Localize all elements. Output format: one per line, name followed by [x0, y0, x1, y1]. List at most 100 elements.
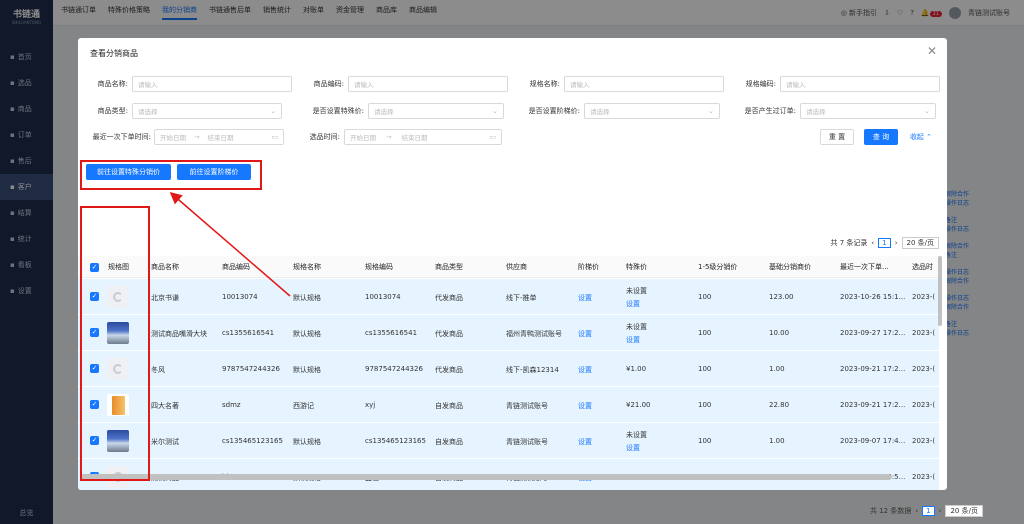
tier-price-link[interactable]: 设置: [578, 365, 592, 375]
table-row[interactable]: ✓ 测试商品嘴滑大块 cs1355616541 默认规格 cs1355616541 代发商…: [78, 315, 939, 351]
tier-price-link[interactable]: 设置: [578, 293, 592, 303]
reset-button[interactable]: 重 置: [820, 129, 854, 145]
has-purchase-label: 是否产生过订单:: [744, 107, 796, 115]
cell-name: 冬风: [151, 366, 165, 374]
special-price-set-select[interactable]: 请选择 ⌄: [368, 103, 504, 119]
spec-code-input[interactable]: 请输入: [780, 76, 940, 92]
column-header[interactable]: 商品名称: [151, 262, 179, 272]
page-size-select[interactable]: 20 条/页: [945, 505, 983, 517]
background-pager: 共 12 条数据 ‹ 1 › 20 条/页: [870, 505, 983, 517]
cell-spec-code: cs135465123165: [365, 437, 426, 445]
table-row[interactable]: ✓ 冬风 9787547244326 默认规格 9787547244326 代发商品 线下-…: [78, 351, 939, 387]
cell-spec: 西游记: [293, 402, 314, 410]
cell-base: 10.00: [769, 329, 790, 337]
column-header[interactable]: 商品编码: [222, 262, 250, 272]
cell-supplier: 青链测试账号: [506, 402, 548, 410]
vertical-scrollbar[interactable]: [938, 256, 942, 326]
special-price-link[interactable]: 设置: [626, 443, 640, 453]
cell-type: 代发商品: [435, 294, 463, 302]
collapse-filter-link[interactable]: 收起 ⌃: [904, 129, 938, 145]
column-header[interactable]: 特殊价: [626, 262, 647, 272]
select-time-label: 选品时间:: [309, 133, 340, 141]
view-distribution-products-dialog: 查看分销商品 ✕ 商品名称: 请输入 商品编码: 请输入 规格名称: 请输入 规…: [78, 38, 947, 490]
cell-base: 1.00: [769, 365, 785, 373]
special-price-set-label: 是否设置特殊价:: [312, 107, 364, 115]
calendar-icon: ▭: [489, 133, 496, 141]
product-code-input[interactable]: 请输入: [348, 76, 508, 92]
product-table: ✓ 规格图 商品名称 商品编码 规格名称 规格编码 商品类型 供应商 阶梯价 特殊价 1-5级分销…: [78, 256, 939, 490]
column-header[interactable]: 最近一次下单...: [840, 262, 889, 272]
column-header[interactable]: 规格编码: [365, 262, 393, 272]
column-header[interactable]: 基础分销商价: [769, 262, 811, 272]
product-name-input[interactable]: 请输入: [132, 76, 292, 92]
cell-level: 100: [698, 437, 712, 445]
horizontal-scrollbar[interactable]: [80, 474, 892, 480]
product-code-label: 商品编码:: [313, 80, 344, 88]
cell-level: 100: [698, 401, 712, 409]
cell-sel: 2023-(: [912, 401, 936, 409]
prev-icon[interactable]: ‹: [915, 507, 918, 515]
tier-price-set-select[interactable]: 请选择 ⌄: [584, 103, 720, 119]
cell-sel: 2023-(: [912, 473, 936, 481]
next-page-icon[interactable]: ›: [895, 239, 898, 247]
table-header: ✓ 规格图 商品名称 商品编码 规格名称 规格编码 商品类型 供应商 阶梯价 特殊价 1-5级分销…: [78, 256, 939, 278]
chevron-down-icon: ⌄: [924, 107, 930, 115]
table-row[interactable]: ✓ 四大名著 sdmz 西游记 xyj 自发商品 青链测试账号 设置 ¥21.00 100 22.8…: [78, 387, 939, 423]
table-row[interactable]: ✓ 北京书谦 10013074 默认规格 10013074 代发商品 线下-推单 设置 未设置设…: [78, 279, 939, 315]
cell-code: cs135465123165: [222, 437, 283, 445]
next-icon[interactable]: ›: [939, 507, 942, 515]
tier-price-link[interactable]: 设置: [578, 329, 592, 339]
special-price-value: ¥21.00: [626, 401, 651, 409]
cell-code: cs1355616541: [222, 329, 275, 337]
column-header[interactable]: 供应商: [506, 262, 527, 272]
cell-sel: 2023-(: [912, 365, 936, 373]
tier-price-link[interactable]: 设置: [578, 401, 592, 411]
cell-name: 四大名著: [151, 402, 179, 410]
chevron-down-icon: ⌄: [708, 107, 714, 115]
cell-spec: 默认规格: [293, 438, 321, 446]
search-button[interactable]: 查 询: [864, 129, 898, 145]
product-type-select[interactable]: 请选择 ⌄: [132, 103, 282, 119]
cell-spec-code: 9787547244326: [365, 365, 423, 373]
special-price-link[interactable]: 设置: [626, 299, 640, 309]
select-date-range[interactable]: 开始日期 → 结束日期 ▭: [344, 129, 502, 145]
close-icon[interactable]: ✕: [927, 44, 937, 58]
highlight-action-buttons: [80, 160, 262, 190]
column-header[interactable]: 1-5级分销价: [698, 262, 737, 272]
cell-spec: 默认规格: [293, 294, 321, 302]
cell-spec-code: cs1355616541: [365, 329, 418, 337]
cell-spec-code: 10013074: [365, 293, 401, 301]
last-order-time-label: 最近一次下单时间:: [92, 133, 151, 141]
cell-type: 自发商品: [435, 402, 463, 410]
has-purchase-select[interactable]: 请选择 ⌄: [800, 103, 936, 119]
product-type-label: 商品类型:: [97, 107, 128, 115]
cell-name: 北京书谦: [151, 294, 179, 302]
cell-last: 2023-09-07 17:4...: [840, 437, 906, 445]
table-row[interactable]: ✓ 米尔测试 cs135465123165 默认规格 cs135465123165 自发商…: [78, 423, 939, 459]
page-number[interactable]: 1: [922, 506, 935, 516]
cell-last: 2023-09-21 17:2...: [840, 401, 906, 409]
special-price-value: 未设置: [626, 287, 647, 295]
special-price-link[interactable]: 设置: [626, 335, 640, 345]
column-header[interactable]: 商品类型: [435, 262, 463, 272]
column-header[interactable]: 规格名称: [293, 262, 321, 272]
cell-supplier: 福州青鸭测试账号: [506, 330, 562, 338]
column-header[interactable]: 阶梯价: [578, 262, 599, 272]
tier-price-link[interactable]: 设置: [578, 437, 592, 447]
dialog-pager: 共 7 条记录 ‹ 1 › 20 条/页: [830, 237, 939, 249]
cell-supplier: 线下-推单: [506, 294, 537, 302]
page-size-select[interactable]: 20 条/页: [901, 237, 939, 249]
cell-name: 米尔测试: [151, 438, 179, 446]
highlight-spec-image-column: [80, 206, 150, 481]
prev-page-icon[interactable]: ‹: [871, 239, 874, 247]
product-name-label: 商品名称:: [97, 80, 128, 88]
record-count: 共 7 条记录: [830, 239, 868, 247]
column-header[interactable]: 选品时: [912, 262, 933, 272]
chevron-down-icon: ⌄: [492, 107, 498, 115]
last-order-date-range[interactable]: 开始日期 → 结束日期 ▭: [154, 129, 284, 145]
special-price-value: 未设置: [626, 431, 647, 439]
cell-type: 代发商品: [435, 366, 463, 374]
spec-name-label: 规格名称:: [529, 80, 560, 88]
page-number[interactable]: 1: [878, 238, 891, 248]
spec-name-input[interactable]: 请输入: [564, 76, 724, 92]
